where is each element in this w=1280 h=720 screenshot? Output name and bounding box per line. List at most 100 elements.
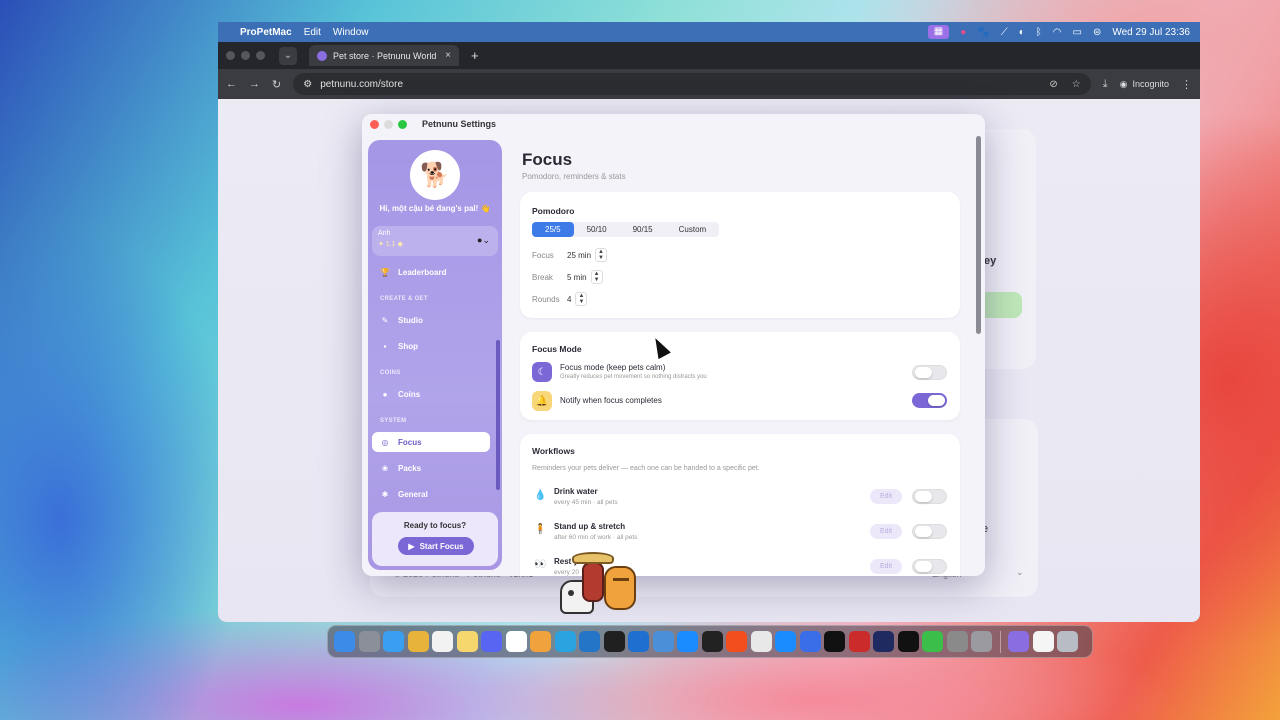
workflow-title-water: Drink water <box>554 487 598 496</box>
new-tab-plus-icon[interactable]: + <box>471 48 479 63</box>
dock-warp-icon[interactable] <box>873 631 894 652</box>
menubar-window[interactable]: Window <box>333 27 369 38</box>
dock-safari-icon[interactable] <box>383 631 404 652</box>
sidebar-item-coins[interactable]: ● Coins <box>372 384 490 404</box>
dock-preview-icon[interactable] <box>1032 631 1054 652</box>
petnunu-settings-window: Petnunu Settings 🐕 Hi, một cậu bé đang's… <box>362 114 985 576</box>
menubar-edit[interactable]: Edit <box>304 27 321 38</box>
dock-trash-icon[interactable] <box>1057 631 1078 652</box>
bookmark-star-icon[interactable]: ☆ <box>1072 79 1081 90</box>
dock-telegram-icon[interactable] <box>554 631 576 652</box>
workflow-toggle-rest-eyes[interactable] <box>912 559 947 574</box>
dock-discord-icon[interactable] <box>481 631 502 652</box>
window-minimize-dot[interactable] <box>241 51 250 60</box>
tracking-eye-off-icon[interactable]: ⊘ <box>1049 79 1057 90</box>
dock-terminal-icon[interactable] <box>701 631 723 652</box>
dock-vs-code-icon[interactable] <box>579 631 600 652</box>
workflow-toggle-water[interactable] <box>912 489 947 504</box>
petnunu-tray-icon[interactable]: ▦ <box>927 25 950 39</box>
dock-utilities-icon[interactable] <box>946 631 968 652</box>
preset-custom[interactable]: Custom <box>666 222 720 237</box>
dock-xcode-icon[interactable] <box>628 631 649 652</box>
sidebar-item-leaderboard[interactable]: 🏆 Leaderboard <box>372 262 490 282</box>
workflow-edit-water[interactable]: Edit <box>870 489 902 504</box>
dock-calendar-icon[interactable] <box>432 631 453 652</box>
workflow-toggle-stretch[interactable] <box>912 524 947 539</box>
dock-zalo-icon[interactable] <box>505 631 527 652</box>
bluetooth-icon[interactable]: ᛒ <box>1036 27 1042 38</box>
pet-mascots[interactable] <box>560 552 640 622</box>
dock-activity-icon[interactable] <box>922 631 943 652</box>
wifi-icon[interactable]: ◠ <box>1053 27 1062 38</box>
workflow-title-stretch: Stand up & stretch <box>554 522 626 531</box>
workflow-edit-stretch[interactable]: Edit <box>870 524 902 539</box>
window-close-dot[interactable] <box>226 51 235 60</box>
user-menu-chevron-icon[interactable]: ●⌄ <box>477 235 490 246</box>
dock-proxyman-icon[interactable] <box>750 631 772 652</box>
tab-close-icon[interactable]: × <box>445 50 451 61</box>
paw-icon[interactable]: 🐾 <box>977 27 989 38</box>
straw-hat-icon <box>572 552 614 564</box>
start-focus-button[interactable]: ▶ Start Focus <box>398 537 474 555</box>
dock-pages-icon[interactable] <box>530 631 551 652</box>
dock-stocks-icon[interactable] <box>824 631 845 652</box>
dock-petnunu-icon[interactable] <box>1008 631 1029 652</box>
settings-minimize-dot[interactable] <box>384 119 393 129</box>
menubar-app-name[interactable]: ProPetMac <box>240 27 292 38</box>
pet-avatar[interactable]: 🐕 <box>410 150 460 200</box>
break-duration-stepper[interactable]: ▲ ▼ <box>590 270 603 284</box>
dock-finder-icon[interactable] <box>334 631 355 652</box>
dock-settings-icon[interactable] <box>971 631 992 652</box>
clock-text[interactable]: Wed 29 Jul 23:36 <box>1112 27 1190 38</box>
user-card[interactable]: Anh ✦ 1.1 ◆ ●⌄ <box>372 226 498 256</box>
sidebar-scrollbar[interactable] <box>496 340 500 490</box>
preset-25-5[interactable]: 25/5 <box>532 222 574 237</box>
battery-icon[interactable]: ▭ <box>1073 27 1082 38</box>
notify-toggle[interactable] <box>912 393 947 408</box>
tab-pet-store[interactable]: Pet store · Petnunu World × <box>309 45 459 66</box>
focus-target-icon: ◎ <box>381 437 389 447</box>
settings-close-dot[interactable] <box>370 119 379 129</box>
download-icon[interactable]: ⤓ <box>1103 78 1108 91</box>
dock-app-store-icon[interactable] <box>677 631 698 652</box>
focus-mode-toggle[interactable] <box>912 365 947 380</box>
tab-list-chevron-icon[interactable]: ⌄ <box>279 46 297 65</box>
sidebar-item-shop[interactable]: ▪ Shop <box>372 336 490 356</box>
dock-app-store-2-icon[interactable] <box>775 631 796 652</box>
dock-figma-icon[interactable] <box>726 631 747 652</box>
focus-duration-stepper[interactable]: ▲ ▼ <box>595 248 607 262</box>
workflow-edit-rest-eyes[interactable]: Edit <box>870 559 902 574</box>
preset-90-15[interactable]: 90/15 <box>620 222 666 237</box>
reload-icon[interactable]: ↻ <box>272 78 281 91</box>
dock-chrome-icon[interactable] <box>407 631 429 652</box>
dock-iterm-icon[interactable] <box>897 631 919 652</box>
sidebar-item-studio[interactable]: ✎ Studio <box>372 310 490 330</box>
rounds-stepper[interactable]: ▲ ▼ <box>575 292 588 306</box>
settings-zoom-dot[interactable] <box>398 119 407 129</box>
dock-cursor-icon[interactable] <box>603 631 625 652</box>
dock-files-icon[interactable] <box>652 631 674 652</box>
record-icon[interactable]: ● <box>960 27 966 38</box>
control-center-icon[interactable]: ⊜ <box>1093 27 1101 38</box>
dock-notes-icon[interactable] <box>456 631 478 652</box>
eyes-icon: 👀 <box>534 559 547 570</box>
window-zoom-dot[interactable] <box>256 51 265 60</box>
incognito-indicator[interactable]: ◉ Incognito <box>1120 79 1169 90</box>
dock-remote-icon[interactable] <box>848 631 870 652</box>
url-bar[interactable]: ⚙ petnunu.com/store ⊘ ☆ <box>293 73 1091 95</box>
browser-menu-icon[interactable]: ⋮ <box>1181 78 1192 91</box>
bg-language-chevron-icon[interactable]: ⌄ <box>1016 567 1024 578</box>
vpn-icon[interactable]: ◐ <box>1019 27 1025 38</box>
settings-scrollbar[interactable] <box>976 136 981 334</box>
sidebar-item-focus[interactable]: ◎ Focus <box>372 432 490 452</box>
site-info-icon[interactable]: ⚙ <box>303 79 312 90</box>
forward-arrow-icon[interactable]: → <box>249 78 260 90</box>
preset-50-10[interactable]: 50/10 <box>574 222 620 237</box>
sidebar-item-general[interactable]: ✱ General <box>372 484 490 504</box>
stocks-tray-icon[interactable]: ⟋ <box>1001 27 1008 38</box>
workflows-desc: Reminders your pets deliver — each one c… <box>532 465 760 472</box>
dock-shortcuts-icon[interactable] <box>799 631 821 652</box>
sidebar-item-packs[interactable]: ❀ Packs <box>372 458 490 478</box>
dock-launchpad-icon[interactable] <box>358 631 380 652</box>
back-arrow-icon[interactable]: ← <box>226 78 237 90</box>
